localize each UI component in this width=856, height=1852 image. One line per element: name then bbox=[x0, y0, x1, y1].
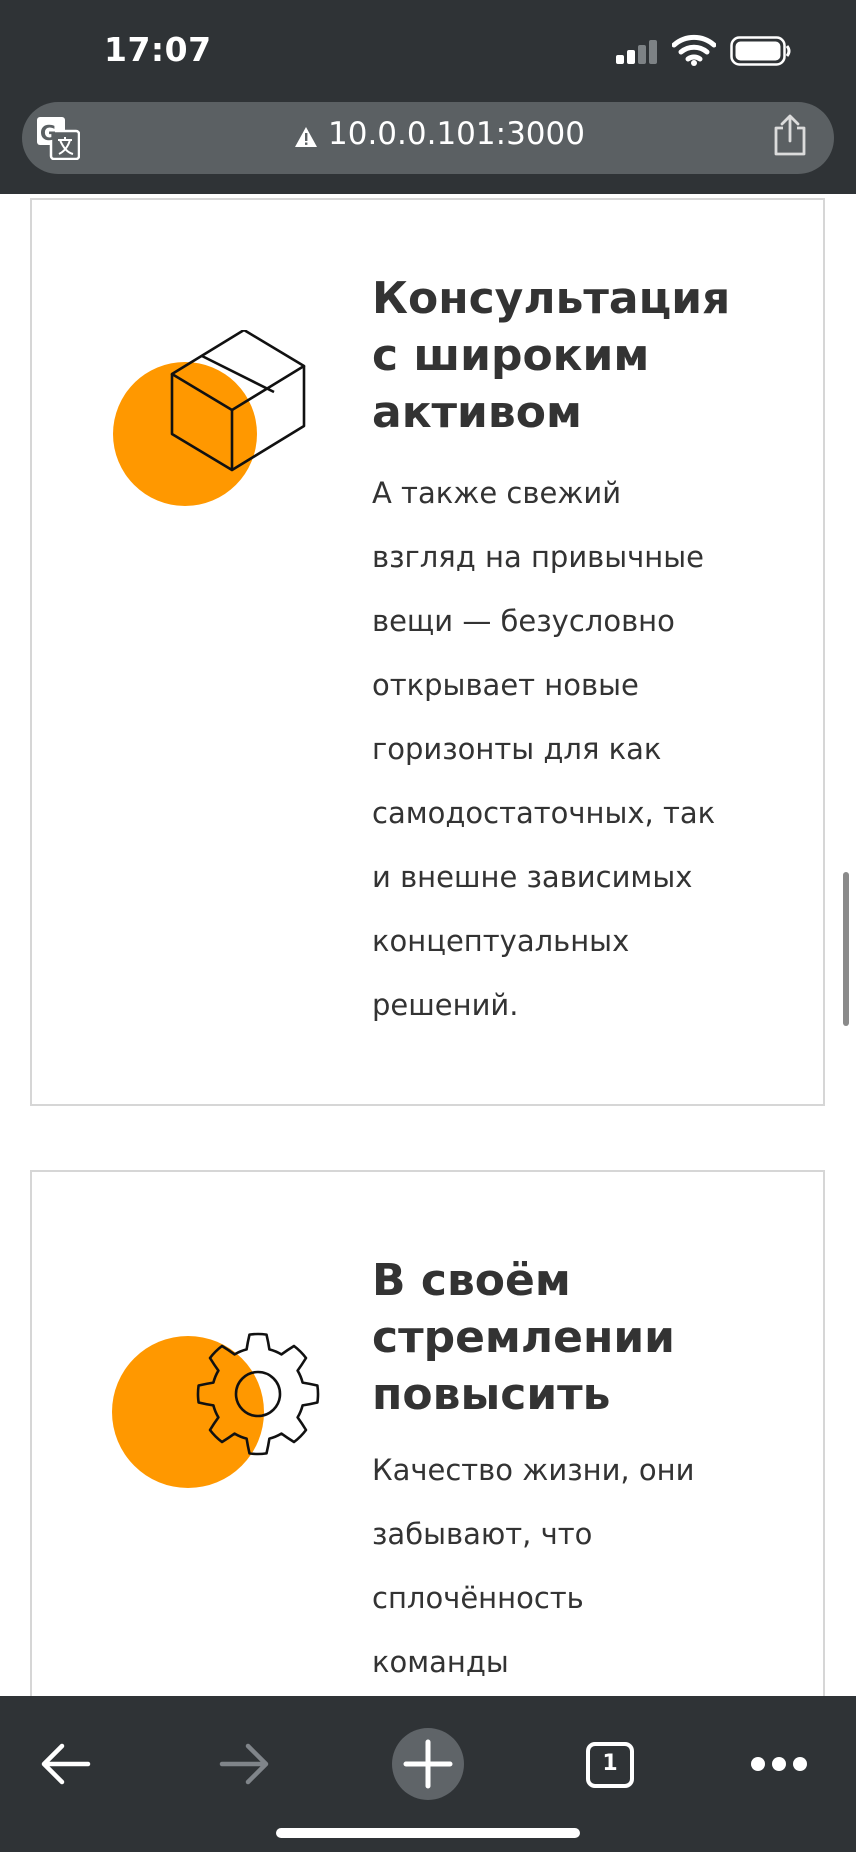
card-title: Консультация с широким активом bbox=[372, 273, 731, 438]
cellular-signal-icon bbox=[616, 40, 658, 64]
more-menu-icon[interactable] bbox=[750, 1756, 808, 1772]
box-icon bbox=[113, 330, 306, 506]
tabs-button[interactable]: 1 bbox=[586, 1742, 634, 1788]
wifi-icon bbox=[672, 34, 716, 66]
home-indicator[interactable] bbox=[276, 1828, 580, 1838]
card-description: А также свежий взгляд на привычные вещи … bbox=[372, 476, 716, 1022]
status-time: 17:07 bbox=[104, 30, 212, 69]
feature-card: Консультация с широким активом А также с… bbox=[30, 198, 825, 1106]
page-content[interactable]: Консультация с широким активом А также с… bbox=[0, 194, 856, 1696]
back-icon[interactable] bbox=[38, 1740, 92, 1788]
share-icon[interactable] bbox=[772, 114, 808, 156]
browser-bottom-toolbar: 1 bbox=[0, 1696, 856, 1852]
battery-icon bbox=[730, 36, 791, 66]
feature-card: В своём стремлении повысить Качество жиз… bbox=[30, 1170, 825, 1696]
forward-icon[interactable] bbox=[218, 1740, 272, 1788]
translate-icon[interactable]: G bbox=[36, 116, 80, 160]
not-secure-warning-icon bbox=[295, 127, 317, 147]
svg-text:G: G bbox=[40, 121, 56, 145]
new-tab-icon[interactable] bbox=[392, 1728, 464, 1800]
card-description: Качество жизни, они забывают, что сплочё… bbox=[372, 1453, 695, 1679]
tab-count: 1 bbox=[602, 1751, 618, 1776]
gear-icon bbox=[112, 1332, 320, 1488]
browser-top-bar: 17:07 G 10.0.0.101:3000 bbox=[0, 0, 856, 194]
scrollbar[interactable] bbox=[843, 872, 849, 1026]
card-title: В своём стремлении повысить bbox=[372, 1255, 676, 1420]
url-text[interactable]: 10.0.0.101:3000 bbox=[328, 116, 585, 152]
